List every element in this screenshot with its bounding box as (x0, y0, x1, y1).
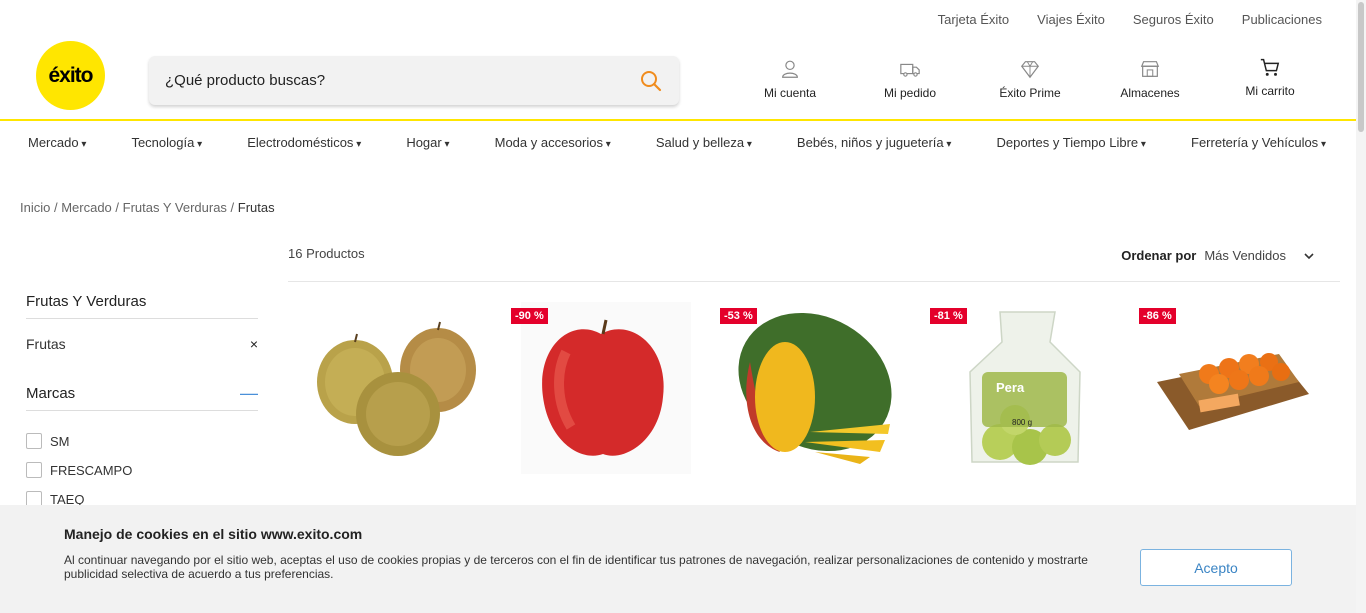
breadcrumb-frutas-verduras[interactable]: Frutas Y Verduras (123, 200, 227, 215)
selected-filter: Frutas × (26, 336, 258, 352)
product-count: 16 Productos (288, 246, 365, 261)
user-icon (782, 60, 798, 78)
category-electrodomesticos[interactable]: Electrodomésticos (247, 135, 361, 150)
my-order-button[interactable]: Mi pedido (860, 58, 960, 100)
cookie-title: Manejo de cookies en el sitio www.exito.… (64, 526, 363, 542)
search-input[interactable] (165, 72, 639, 89)
chevron-down-icon (1304, 252, 1314, 259)
sort-label: Ordenar por (1121, 248, 1197, 263)
collapse-icon[interactable]: — (240, 384, 258, 402)
stores-button[interactable]: Almacenes (1100, 58, 1200, 100)
filter-divider (26, 318, 258, 319)
logo-text: éxito (48, 63, 93, 87)
mango-image (738, 312, 892, 464)
brand-label: SM (50, 433, 70, 449)
sort-value: Más Vendidos (1204, 248, 1286, 263)
cookie-banner: Manejo de cookies en el sitio www.exito.… (0, 505, 1366, 613)
top-link-viajes[interactable]: Viajes Éxito (1037, 12, 1105, 27)
red-apple-image (521, 302, 691, 474)
top-links: Tarjeta Éxito Viajes Éxito Seguros Éxito… (938, 12, 1322, 27)
brands-filter-header[interactable]: Marcas — (26, 384, 258, 402)
scrollbar-thumb[interactable] (1358, 2, 1364, 132)
sort-dropdown[interactable]: Ordenar por Más Vendidos (1121, 248, 1316, 263)
breadcrumb-separator: / (226, 200, 238, 215)
cart-icon (1260, 58, 1280, 76)
brand-filter-frescampo[interactable]: FRESCAMPO (26, 462, 132, 478)
accept-cookies-button[interactable]: Acepto (1140, 549, 1292, 586)
filter-divider (26, 410, 258, 411)
category-mercado[interactable]: Mercado (28, 135, 86, 150)
svg-text:800 g: 800 g (1012, 418, 1032, 427)
product-card[interactable] (300, 302, 490, 477)
discount-badge: -53 % (720, 308, 757, 324)
category-salud[interactable]: Salud y belleza (656, 135, 752, 150)
pears-bag-image: Pera 800 g (969, 311, 1081, 465)
product-card[interactable]: -90 % (511, 302, 701, 477)
diamond-icon (1020, 61, 1040, 79)
breadcrumb-separator: / (111, 200, 123, 215)
category-bebes[interactable]: Bebés, niños y juguetería (797, 135, 952, 150)
exito-logo[interactable]: éxito (36, 41, 105, 110)
discount-badge: -90 % (511, 308, 548, 324)
selected-filter-label: Frutas (26, 336, 66, 352)
discount-badge: -86 % (1139, 308, 1176, 324)
breadcrumb-home[interactable]: Inicio (20, 200, 50, 215)
remove-filter-icon[interactable]: × (250, 336, 258, 352)
stores-label: Almacenes (1120, 86, 1180, 100)
exito-prime-button[interactable]: Éxito Prime (980, 58, 1080, 100)
discount-badge: -81 % (930, 308, 967, 324)
product-card[interactable]: -53 % (720, 302, 910, 477)
top-link-seguros[interactable]: Seguros Éxito (1133, 12, 1214, 27)
product-card[interactable]: -86 % (1139, 302, 1329, 477)
breadcrumb-mercado[interactable]: Mercado (61, 200, 112, 215)
exito-prime-label: Éxito Prime (999, 86, 1061, 100)
my-order-label: Mi pedido (883, 86, 937, 100)
header-divider (0, 119, 1366, 121)
breadcrumb-separator: / (50, 200, 62, 215)
category-moda[interactable]: Moda y accesorios (495, 135, 611, 150)
filter-category-title: Frutas Y Verduras (26, 293, 147, 310)
svg-text:Pera: Pera (996, 380, 1025, 395)
category-tecnologia[interactable]: Tecnología (131, 135, 202, 150)
page-scrollbar[interactable] (1356, 0, 1366, 613)
cart-label: Mi carrito (1245, 84, 1295, 98)
store-icon (1140, 61, 1160, 77)
truck-icon (900, 63, 920, 77)
cookie-text: Al continuar navegando por el sitio web,… (64, 553, 1088, 581)
header-actions: Mi cuenta Mi pedido Éxito Prime Almacene… (740, 58, 1320, 100)
results-divider (288, 281, 1340, 282)
breadcrumb-current: Frutas (237, 200, 275, 215)
my-account-label: Mi cuenta (763, 86, 817, 100)
top-link-publicaciones[interactable]: Publicaciones (1242, 12, 1322, 27)
checkbox[interactable] (26, 433, 42, 449)
category-nav: Mercado Tecnología Electrodomésticos Hog… (28, 135, 1326, 150)
search-bar (149, 56, 679, 105)
search-icon[interactable] (639, 69, 663, 93)
cart-button[interactable]: Mi carrito (1220, 56, 1320, 100)
brand-label: FRESCAMPO (50, 462, 133, 478)
top-link-tarjeta[interactable]: Tarjeta Éxito (938, 12, 1010, 27)
breadcrumb: Inicio / Mercado / Frutas Y Verduras / F… (20, 200, 275, 215)
brands-filter-title: Marcas (26, 385, 76, 402)
brand-filter-sm[interactable]: SM (26, 433, 70, 449)
my-account-button[interactable]: Mi cuenta (740, 58, 840, 100)
apples-image (317, 321, 476, 456)
category-hogar[interactable]: Hogar (406, 135, 449, 150)
tangerines-image (1157, 353, 1309, 430)
checkbox[interactable] (26, 462, 42, 478)
product-card[interactable]: -81 % Pera 800 g (930, 302, 1120, 477)
category-ferreteria[interactable]: Ferretería y Vehículos (1191, 135, 1326, 150)
category-deportes[interactable]: Deportes y Tiempo Libre (997, 135, 1146, 150)
